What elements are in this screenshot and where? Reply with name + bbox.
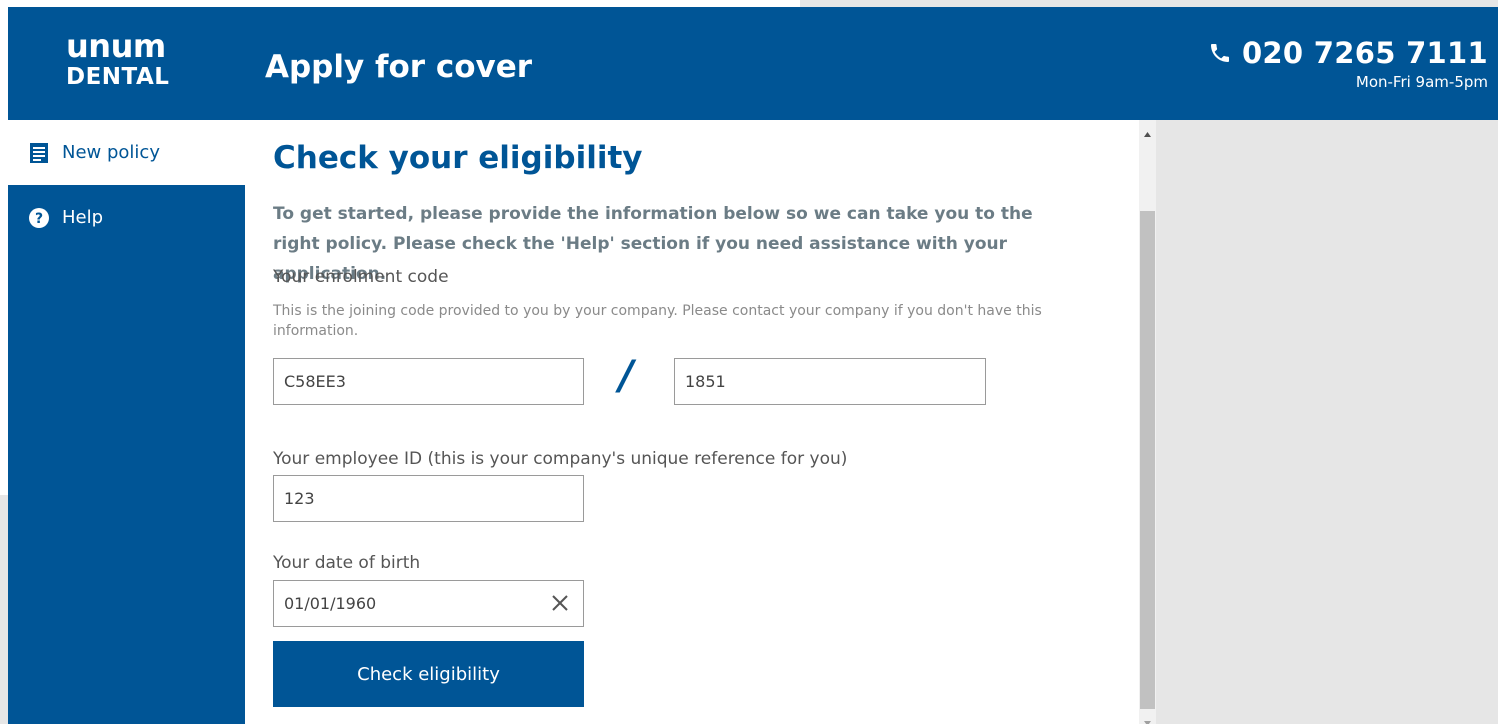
enrolment-code-part2-input[interactable] xyxy=(674,358,986,405)
scroll-up-arrow-icon[interactable] xyxy=(1143,124,1152,137)
sidebar-item-new-policy[interactable]: New policy xyxy=(8,120,245,185)
check-eligibility-button[interactable]: Check eligibility xyxy=(273,641,584,707)
sidebar-item-label: New policy xyxy=(62,142,160,163)
application-frame: unum DENTAL Apply for cover 020 7265 711… xyxy=(8,7,1498,724)
main-content: Check your eligibility To get started, p… xyxy=(245,120,1139,724)
logo-wordmark: unum xyxy=(66,27,166,65)
app-header: unum DENTAL Apply for cover 020 7265 711… xyxy=(8,7,1498,120)
document-icon xyxy=(28,142,50,164)
employee-id-label: Your employee ID (this is your company's… xyxy=(273,449,848,469)
date-of-birth-input[interactable] xyxy=(273,580,584,627)
phone-icon xyxy=(1208,41,1232,65)
sidebar: New policy ? Help xyxy=(8,120,245,724)
page-background-strip xyxy=(0,0,800,7)
scroll-down-arrow-icon[interactable] xyxy=(1143,713,1152,724)
page-title: Check your eligibility xyxy=(273,140,643,176)
date-of-birth-label: Your date of birth xyxy=(273,553,421,573)
page-header-title: Apply for cover xyxy=(265,49,533,85)
help-icon: ? xyxy=(28,207,50,229)
logo-subtitle: DENTAL xyxy=(66,64,170,90)
content-scrollbar[interactable] xyxy=(1139,120,1156,724)
contact-info: 020 7265 7111 Mon-Fri 9am-5pm xyxy=(1208,33,1488,91)
enrolment-code-hint: This is the joining code provided to you… xyxy=(273,303,1042,339)
svg-text:?: ? xyxy=(35,211,43,227)
enrolment-code-separator: / xyxy=(619,353,634,399)
phone-number[interactable]: 020 7265 7111 xyxy=(1242,33,1488,73)
unum-dental-logo[interactable]: unum DENTAL xyxy=(66,27,191,107)
clear-icon[interactable] xyxy=(547,590,573,616)
sidebar-item-help[interactable]: ? Help xyxy=(8,185,245,250)
employee-id-input[interactable] xyxy=(273,475,584,522)
enrolment-code-label: Your enrolment code xyxy=(273,267,449,287)
scrollbar-thumb[interactable] xyxy=(1140,211,1155,709)
sidebar-item-label: Help xyxy=(62,207,104,228)
phone-line: 020 7265 7111 xyxy=(1208,33,1488,73)
enrolment-code-part1-input[interactable] xyxy=(273,358,584,405)
opening-hours: Mon-Fri 9am-5pm xyxy=(1355,73,1488,91)
page-background-edge xyxy=(0,0,8,495)
